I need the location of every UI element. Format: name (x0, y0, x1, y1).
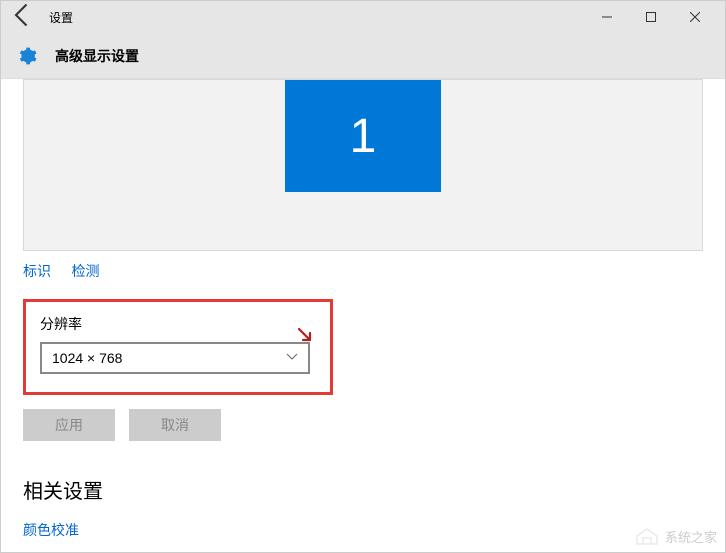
identify-link[interactable]: 标识 (23, 263, 51, 279)
apply-button[interactable]: 应用 (23, 409, 115, 441)
cancel-button[interactable]: 取消 (129, 409, 221, 441)
related-settings-heading: 相关设置 (23, 475, 703, 504)
back-button[interactable] (9, 1, 37, 34)
monitor-tile[interactable]: 1 (285, 80, 441, 192)
monitor-number: 1 (350, 109, 377, 164)
page-title: 高级显示设置 (55, 46, 139, 66)
gear-icon (15, 44, 39, 68)
page-header: 高级显示设置 (1, 33, 725, 79)
minimize-button[interactable] (585, 1, 629, 33)
chevron-down-icon (286, 353, 298, 364)
maximize-button[interactable] (629, 1, 673, 33)
window-title: 设置 (49, 9, 73, 26)
titlebar: 设置 (1, 1, 725, 33)
action-buttons: 应用 取消 (23, 409, 703, 441)
monitor-preview-area: 1 (23, 79, 703, 251)
content: 1 标识 检测 分辨率 1024 × 768 应用 取消 相关设置 颜色校准 (1, 79, 725, 552)
resolution-section: 分辨率 1024 × 768 (23, 299, 333, 395)
color-calibration-link[interactable]: 颜色校准 (23, 522, 79, 538)
close-button[interactable] (673, 1, 717, 33)
resolution-value: 1024 × 768 (52, 350, 122, 366)
resolution-dropdown[interactable]: 1024 × 768 (40, 342, 310, 374)
detect-link[interactable]: 检测 (71, 263, 99, 279)
display-links: 标识 检测 (23, 261, 703, 281)
resolution-label: 分辨率 (40, 314, 316, 334)
